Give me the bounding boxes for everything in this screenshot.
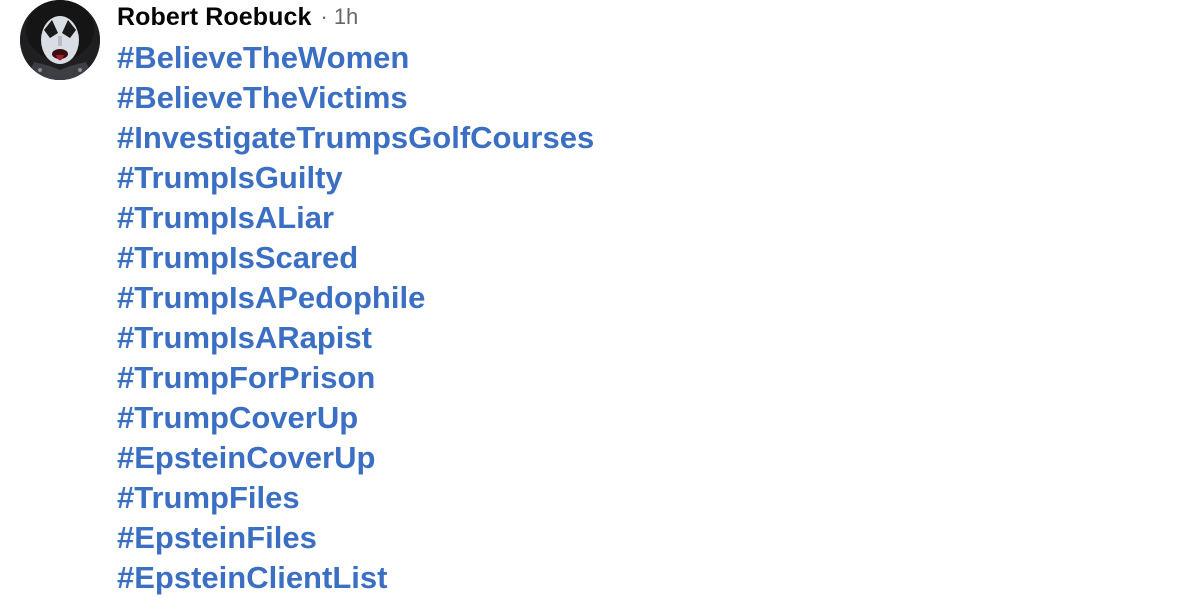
hashtag-link[interactable]: #EpsteinFiles <box>117 518 594 558</box>
hashtag-link[interactable]: #EpsteinCoverUp <box>117 438 594 478</box>
hashtag-link[interactable]: #TrumpIsALiar <box>117 198 594 238</box>
hashtag-link[interactable]: #EpsteinClientList <box>117 558 594 598</box>
post-timestamp[interactable]: 1h <box>334 4 358 30</box>
hashtag-link[interactable]: #BelieveTheVictims <box>117 78 594 118</box>
hashtag-link[interactable]: #InvestigateTrumpsGolfCourses <box>117 118 594 158</box>
author-name[interactable]: Robert Roebuck <box>117 3 311 32</box>
hashtag-link[interactable]: #TrumpFiles <box>117 478 594 518</box>
hashtag-link[interactable]: #TrumpIsARapist <box>117 318 594 358</box>
hashtag-link[interactable]: #TrumpIsGuilty <box>117 158 594 198</box>
hashtag-list: #BelieveTheWomen #BelieveTheVictims #Inves… <box>117 38 594 598</box>
post-header: Robert Roebuck · 1h <box>117 0 358 34</box>
hashtag-link[interactable]: #TrumpIsScared <box>117 238 594 278</box>
hashtag-link[interactable]: #TrumpIsAPedophile <box>117 278 594 318</box>
hashtag-link[interactable]: #TrumpCoverUp <box>117 398 594 438</box>
hashtag-link[interactable]: #BelieveTheWomen <box>117 38 594 78</box>
meta-separator: · <box>320 4 328 29</box>
hashtag-link[interactable]: #TrumpForPrison <box>117 358 594 398</box>
avatar[interactable] <box>20 0 100 80</box>
post: Robert Roebuck · 1h #BelieveTheWomen #Bel… <box>0 0 1197 598</box>
profile-avatar-icon <box>20 0 100 80</box>
